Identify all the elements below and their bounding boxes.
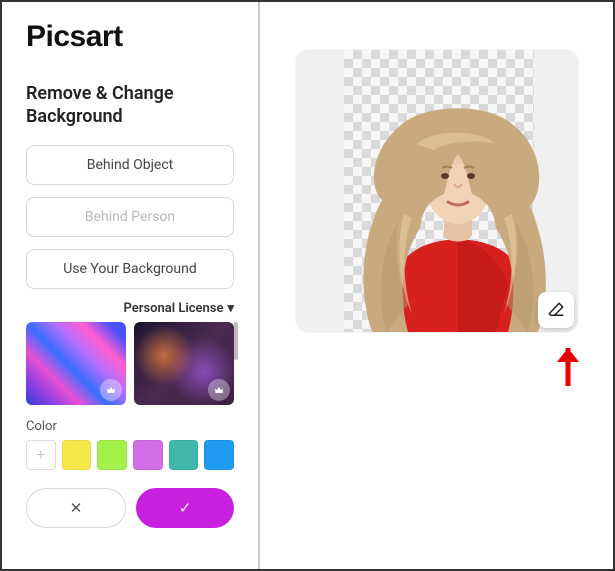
use-your-background-button[interactable]: Use Your Background: [26, 249, 234, 289]
color-swatches: +: [26, 440, 234, 470]
license-label: Personal License: [124, 301, 224, 316]
add-color-button[interactable]: +: [26, 440, 56, 470]
color-swatch-blue[interactable]: [204, 440, 234, 470]
confirm-button[interactable]: ✓: [136, 488, 234, 528]
action-buttons: ✕ ✓: [26, 488, 234, 528]
app-logo: Picsart: [26, 20, 234, 54]
color-swatch-orchid[interactable]: [133, 440, 163, 470]
color-swatch-lime[interactable]: [97, 440, 127, 470]
bg-thumb-1[interactable]: [26, 322, 126, 405]
bg-thumb-2[interactable]: [134, 322, 234, 405]
crown-icon: [100, 379, 122, 401]
transparency-checker: [344, 50, 534, 332]
crown-icon: [208, 379, 230, 401]
section-title: Remove & Change Background: [26, 82, 234, 129]
color-section-label: Color: [26, 419, 234, 434]
eraser-button[interactable]: [538, 292, 574, 328]
background-thumbnails: [26, 322, 234, 405]
sidebar: Picsart Remove & Change Background Behin…: [2, 2, 260, 569]
behind-person-button[interactable]: Behind Person: [26, 197, 234, 237]
thumbs-scrollbar[interactable]: [234, 322, 238, 360]
app-frame: Picsart Remove & Change Background Behin…: [0, 0, 615, 571]
license-dropdown[interactable]: Personal License ▾: [26, 301, 234, 316]
canvas-area: [260, 2, 613, 569]
chevron-down-icon: ▾: [227, 301, 234, 316]
cancel-button[interactable]: ✕: [26, 488, 126, 528]
eraser-icon: [547, 301, 565, 319]
image-canvas[interactable]: [296, 50, 578, 332]
color-swatch-yellow[interactable]: [62, 440, 92, 470]
color-swatch-teal[interactable]: [169, 440, 199, 470]
behind-object-button[interactable]: Behind Object: [26, 145, 234, 185]
annotation-arrow-icon: [555, 346, 581, 390]
